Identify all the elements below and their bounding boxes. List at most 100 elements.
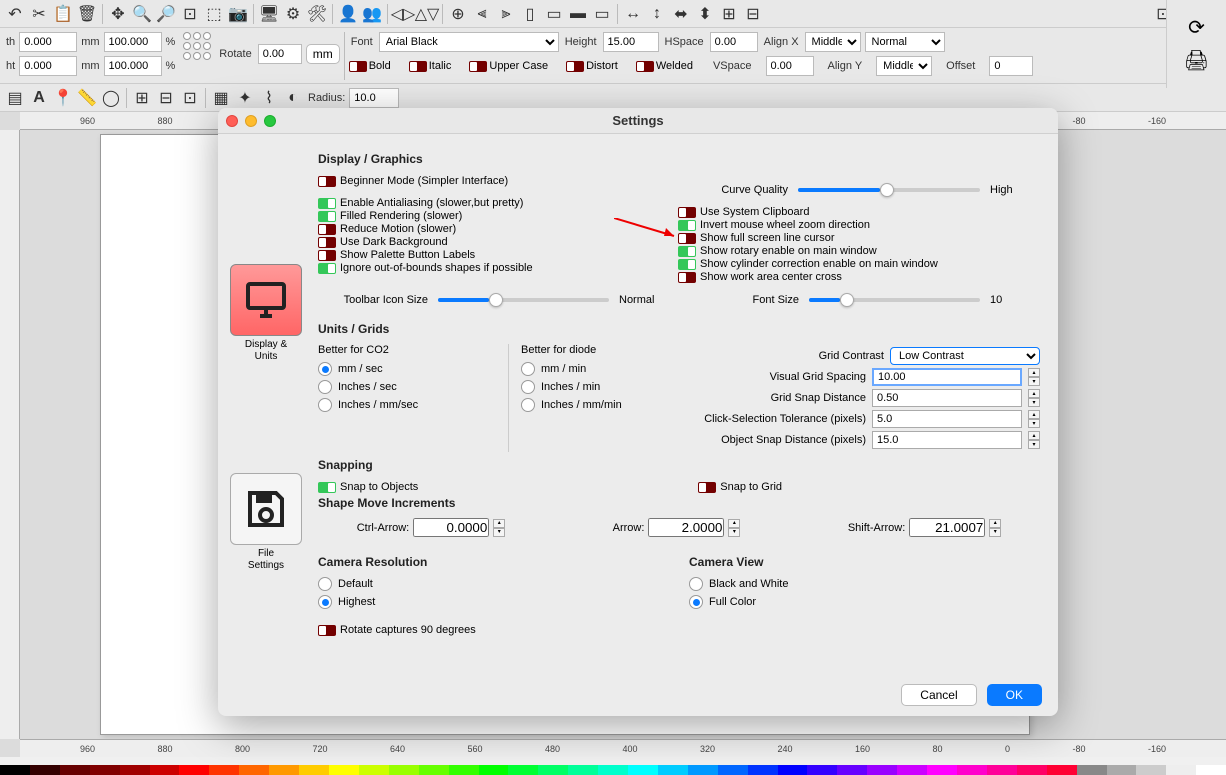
color-swatch[interactable]	[389, 765, 419, 775]
ignore-oob-toggle[interactable]	[318, 263, 336, 274]
color-swatch[interactable]	[60, 765, 90, 775]
italic-toggle[interactable]	[409, 61, 427, 72]
ruler-icon[interactable]: 📏	[76, 87, 98, 109]
anchor-grid[interactable]	[183, 32, 211, 60]
align-icon[interactable]: ⊕	[447, 3, 469, 25]
style-select[interactable]: Normal	[865, 32, 945, 52]
radius-input[interactable]	[349, 88, 399, 108]
array-icon[interactable]: ▦	[210, 87, 232, 109]
ctrl-arrow-input[interactable]	[413, 518, 489, 537]
user-icon[interactable]: 👤	[337, 3, 359, 25]
reduce-motion-toggle[interactable]	[318, 224, 336, 235]
color-swatch[interactable]	[1136, 765, 1166, 775]
color-swatch[interactable]	[1196, 765, 1226, 775]
align-center-icon[interactable]: ⫸	[495, 3, 517, 25]
height-input[interactable]	[19, 56, 77, 76]
color-swatch[interactable]	[449, 765, 479, 775]
path-icon[interactable]: ⌇	[258, 87, 280, 109]
color-swatch[interactable]	[120, 765, 150, 775]
zoom-sel-icon[interactable]: ⬚	[203, 3, 225, 25]
color-swatch[interactable]	[837, 765, 867, 775]
color-swatch[interactable]	[1166, 765, 1196, 775]
mirror-v-icon[interactable]: △▽	[416, 3, 438, 25]
work-center-toggle[interactable]	[678, 272, 696, 283]
color-palette[interactable]	[0, 765, 1226, 775]
in-mm-min-radio[interactable]	[521, 398, 535, 412]
color-swatch[interactable]	[538, 765, 568, 775]
color-swatch[interactable]	[598, 765, 628, 775]
click-tolerance-input[interactable]	[872, 410, 1022, 428]
align-right-icon[interactable]: ▯	[519, 3, 541, 25]
dist-v-icon[interactable]: ↕	[646, 3, 668, 25]
color-swatch[interactable]	[419, 765, 449, 775]
refresh-icon[interactable]: ⟳	[1188, 15, 1205, 40]
zoom-in-icon[interactable]: 🔍	[131, 3, 153, 25]
grid-contrast-select[interactable]: Low Contrast	[890, 347, 1040, 365]
radial-icon[interactable]: ✦	[234, 87, 256, 109]
antialias-toggle[interactable]	[318, 198, 336, 209]
font-size-slider[interactable]	[809, 298, 980, 302]
mm-button[interactable]: mm	[306, 44, 340, 64]
toolbar-icon-size-slider[interactable]	[438, 298, 609, 302]
welded-toggle[interactable]	[636, 61, 654, 72]
color-swatch[interactable]	[1017, 765, 1047, 775]
sys-clipboard-toggle[interactable]	[678, 207, 696, 218]
ungroup-icon[interactable]: ⊟	[742, 3, 764, 25]
shift-arrow-input[interactable]	[909, 518, 985, 537]
camera-fullcolor-radio[interactable]	[689, 595, 703, 609]
same-h-icon[interactable]: ⬍	[694, 3, 716, 25]
dark-bg-toggle[interactable]	[318, 237, 336, 248]
text-icon[interactable]: A	[28, 87, 50, 109]
color-swatch[interactable]	[867, 765, 897, 775]
height-pct-input[interactable]	[104, 56, 162, 76]
upper-toggle[interactable]	[469, 61, 487, 72]
beginner-mode-toggle[interactable]	[318, 176, 336, 187]
camera-default-radio[interactable]	[318, 577, 332, 591]
color-swatch[interactable]	[0, 765, 30, 775]
filled-render-toggle[interactable]	[318, 211, 336, 222]
color-swatch[interactable]	[628, 765, 658, 775]
color-swatch[interactable]	[778, 765, 808, 775]
marker-icon[interactable]: 📍	[52, 87, 74, 109]
object-snap-distance-input[interactable]	[872, 431, 1022, 449]
color-swatch[interactable]	[209, 765, 239, 775]
color-swatch[interactable]	[957, 765, 987, 775]
snap-grid-toggle[interactable]	[698, 482, 716, 493]
color-swatch[interactable]	[479, 765, 509, 775]
rotary-main-toggle[interactable]	[678, 246, 696, 257]
in-mm-sec-radio[interactable]	[318, 398, 332, 412]
cut-icon[interactable]: ✂	[28, 3, 50, 25]
snap-objects-toggle[interactable]	[318, 482, 336, 493]
bool1-icon[interactable]: ⊞	[131, 87, 153, 109]
sidebar-tab-file-settings[interactable]: File Settings	[230, 473, 302, 572]
camera-icon[interactable]: 📷	[227, 3, 249, 25]
color-swatch[interactable]	[718, 765, 748, 775]
bool3-icon[interactable]: ⊡	[179, 87, 201, 109]
mirror-h-icon[interactable]: ◁▷	[392, 3, 414, 25]
color-swatch[interactable]	[748, 765, 778, 775]
rotate-input[interactable]	[258, 44, 302, 64]
color-swatch[interactable]	[179, 765, 209, 775]
color-swatch[interactable]	[30, 765, 60, 775]
font-height-input[interactable]	[603, 32, 659, 52]
camera-bw-radio[interactable]	[689, 577, 703, 591]
gear-icon[interactable]: ⚙	[282, 3, 304, 25]
align-bot-icon[interactable]: ▭	[591, 3, 613, 25]
color-swatch[interactable]	[688, 765, 718, 775]
color-swatch[interactable]	[658, 765, 688, 775]
align-mid-icon[interactable]: ▬	[567, 3, 589, 25]
offset-input[interactable]	[989, 56, 1033, 76]
color-swatch[interactable]	[269, 765, 299, 775]
in-sec-radio[interactable]	[318, 380, 332, 394]
alignx-select[interactable]: Middle	[805, 32, 861, 52]
h-guide-icon[interactable]: ▤	[4, 87, 26, 109]
tools-icon[interactable]: 🛠	[306, 3, 328, 25]
width-pct-input[interactable]	[104, 32, 162, 52]
printer-icon[interactable]: 🖨	[1184, 48, 1209, 73]
invert-wheel-toggle[interactable]	[678, 220, 696, 231]
users-icon[interactable]: 👥	[361, 3, 383, 25]
color-swatch[interactable]	[329, 765, 359, 775]
color-swatch[interactable]	[239, 765, 269, 775]
dist-h-icon[interactable]: ↔	[622, 3, 644, 25]
in-min-radio[interactable]	[521, 380, 535, 394]
